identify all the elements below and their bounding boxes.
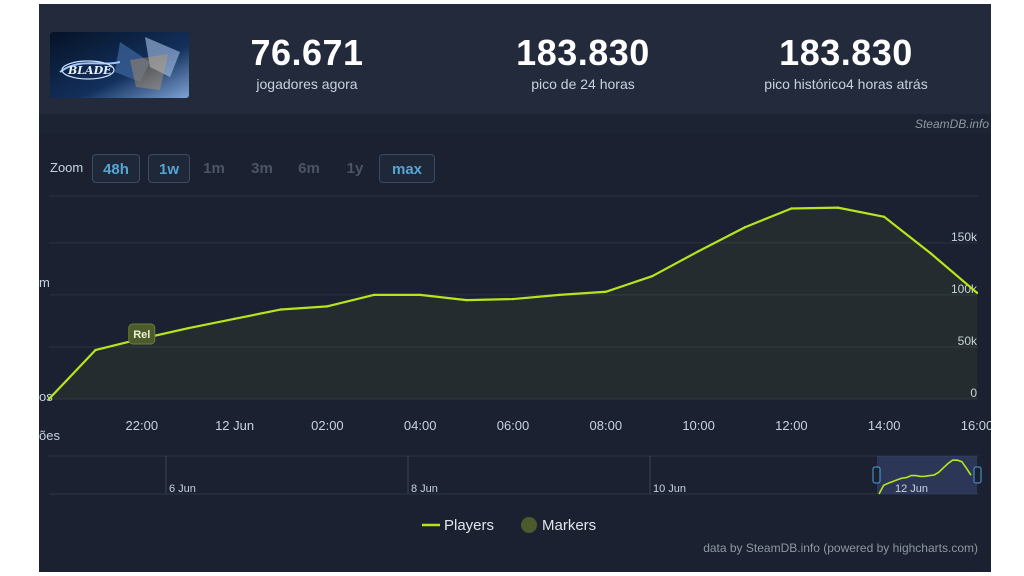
legend-players-label: Players bbox=[444, 517, 494, 534]
navigator-handle-right[interactable] bbox=[973, 466, 982, 484]
players-point bbox=[697, 249, 700, 253]
players-point bbox=[47, 397, 51, 401]
y-tick-label: 150k bbox=[951, 230, 978, 244]
navigator-handle-left[interactable] bbox=[872, 466, 881, 484]
x-tick-label: 02:00 bbox=[311, 418, 344, 433]
players-point bbox=[326, 305, 329, 308]
players-point bbox=[604, 290, 607, 293]
players-point bbox=[558, 293, 561, 297]
left-axis-label-cut: m bbox=[39, 275, 50, 290]
players-point bbox=[233, 317, 236, 321]
navigator-tick-label: 10 Jun bbox=[653, 483, 686, 495]
zoom-label: Zoom bbox=[50, 160, 84, 175]
zoom-1m-button[interactable]: 1m bbox=[196, 154, 232, 183]
players-point bbox=[836, 206, 839, 209]
players-point bbox=[372, 293, 375, 297]
release-marker-label: Rel bbox=[133, 329, 150, 341]
players-point bbox=[975, 291, 979, 295]
zoom-1y-button[interactable]: 1y bbox=[337, 154, 373, 183]
players-point bbox=[790, 207, 793, 210]
players-area bbox=[49, 207, 977, 399]
x-tick-label: 06:00 bbox=[497, 418, 530, 433]
x-tick-label: 22:00 bbox=[126, 418, 159, 433]
legend-markers-circle-icon[interactable] bbox=[521, 517, 537, 533]
x-tick-label: 14:00 bbox=[868, 418, 901, 433]
players-point bbox=[511, 297, 515, 301]
steamdb-chart-panel: BLADE 76.671 jogadores agora 183.830 pic… bbox=[39, 4, 991, 572]
zoom-3m-button[interactable]: 3m bbox=[244, 154, 280, 183]
x-tick-label: 08:00 bbox=[590, 418, 623, 433]
players-point bbox=[651, 274, 654, 278]
x-tick-label: 04:00 bbox=[404, 418, 437, 433]
navigator-tick-label: 8 Jun bbox=[411, 483, 438, 495]
left-axis-label-cut: ões bbox=[39, 428, 60, 443]
zoom-max-button[interactable]: max bbox=[379, 154, 435, 183]
navigator-tick-label: 6 Jun bbox=[169, 483, 196, 495]
players-point bbox=[465, 298, 468, 302]
player-count-chart: 050k100k150kmosões22:00 12 Jun 02:00 04:00 0… bbox=[39, 195, 991, 534]
x-tick-label: 12:00 bbox=[775, 418, 808, 433]
players-point bbox=[929, 252, 932, 255]
highcharts-credit[interactable]: data by SteamDB.info (powered by highcha… bbox=[703, 541, 978, 555]
navigator-tick-label: 12 Jun bbox=[895, 483, 928, 495]
players-point bbox=[883, 215, 886, 219]
players-point bbox=[419, 293, 422, 297]
players-point bbox=[94, 348, 97, 352]
legend-markers-label: Markers bbox=[542, 517, 596, 534]
x-tick-label: 12 Jun bbox=[215, 418, 254, 433]
zoom-48h-button[interactable]: 48h bbox=[92, 154, 140, 183]
players-point bbox=[279, 308, 283, 311]
players-point bbox=[187, 327, 190, 330]
x-tick-label: 16:00 bbox=[961, 418, 991, 433]
zoom-1w-button[interactable]: 1w bbox=[148, 154, 190, 183]
x-tick-label: 10:00 bbox=[682, 418, 715, 433]
players-point bbox=[743, 226, 747, 229]
zoom-6m-button[interactable]: 6m bbox=[291, 154, 327, 183]
